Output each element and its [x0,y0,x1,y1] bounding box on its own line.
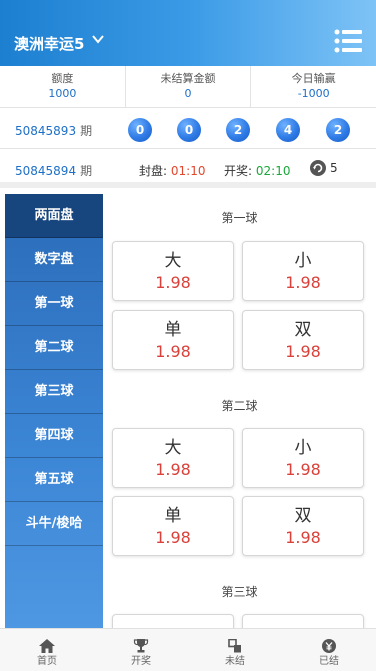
stat-label: 未结算金额 [160,72,216,85]
option-name: 双 [294,320,312,340]
option-name: 双 [294,506,312,526]
stat-unsettled: 未结算金额 0 [126,66,252,107]
result-ball: 2 [326,118,350,142]
tab-unsettled[interactable]: 未结 [188,629,282,671]
option-odds: 1.98 [155,273,191,292]
bet-options-panel: 第一球 大 1.98 小 1.98 单 1.98 双 1.98 第二球 大 1.… [103,194,376,628]
option-name: 单 [164,506,182,526]
option-odds: 1.98 [155,528,191,547]
bottom-tab-bar: 首页 开奖 未结 已结 [0,628,376,671]
tab-label: 已结 [319,656,339,667]
option-name: 小 [294,438,312,458]
tab-draw-results[interactable]: 开奖 [94,629,188,671]
option-name: 小 [294,251,312,271]
bet-option-odd[interactable]: 单 1.98 [112,496,234,556]
lottery-title[interactable]: 澳洲幸运5 [14,33,84,54]
option-odds: 1.98 [285,273,321,292]
next-draw-issue: 50845894 期 [15,162,92,179]
refresh-countdown: 5 [330,161,338,175]
open-label: 开奖: [224,164,253,178]
sidebar-item-number-board[interactable]: 数字盘 [5,238,103,282]
open-time: 02:10 [255,164,291,178]
sidebar-item-bull-showhand[interactable]: 斗牛/梭哈 [5,502,103,546]
last-draw-issue: 50845893 期 [15,122,92,139]
option-name: 大 [164,438,182,458]
bet-option-small[interactable]: 小 1.98 [242,241,364,301]
bet-type-sidebar: 两面盘 数字盘 第一球 第二球 第三球 第四球 第五球 斗牛/梭哈 [5,194,103,628]
result-ball: 0 [128,118,152,142]
option-name: 大 [164,251,182,271]
tab-settled[interactable]: 已结 [282,629,376,671]
unsettled-icon [228,639,241,653]
result-ball: 4 [276,118,300,142]
close-label: 封盘: [139,164,168,178]
section-title: 第二球 [221,399,258,413]
option-odds: 1.98 [285,342,321,361]
sidebar-item-ball-1[interactable]: 第一球 [5,282,103,326]
bet-option-small[interactable]: 小 1.98 [242,428,364,488]
section-title: 第三球 [221,585,258,599]
yuan-coin-icon [322,639,336,653]
trophy-icon [133,639,149,653]
close-countdown: 封盘: 01:10 [139,162,205,179]
issue-suffix: 期 [80,164,93,178]
issue-number: 50845893 [15,124,77,138]
option-odds: 1.98 [155,460,191,479]
sidebar-item-ball-5[interactable]: 第五球 [5,458,103,502]
sidebar-item-ball-4[interactable]: 第四球 [5,414,103,458]
stat-label: 额度 [51,72,74,85]
result-ball: 0 [177,118,201,142]
section-title: 第一球 [221,211,258,225]
close-time: 01:10 [170,164,206,178]
sidebar-item-ball-3[interactable]: 第三球 [5,370,103,414]
bet-option-big[interactable]: 大 1.98 [112,241,234,301]
option-odds: 1.98 [285,528,321,547]
tab-label: 开奖 [131,656,151,667]
stat-value: 0 [184,87,192,100]
bet-option-even[interactable]: 双 1.98 [242,310,364,370]
bet-option-odd[interactable]: 单 1.98 [112,310,234,370]
menu-icon[interactable] [334,28,362,54]
bet-option-even[interactable]: 双 1.98 [242,496,364,556]
stat-today-pnl: 今日输赢 -1000 [251,66,376,107]
open-countdown: 开奖: 02:10 [224,162,290,179]
option-odds: 1.98 [155,342,191,361]
home-icon [39,639,55,653]
top-header: 澳洲幸运5 [0,0,376,66]
account-stats: 额度 1000 未结算金额 0 今日输赢 -1000 [0,66,376,108]
issue-number: 50845894 [15,164,77,178]
result-ball: 2 [226,118,250,142]
bet-option-big[interactable]: 大 1.98 [112,428,234,488]
chevron-down-icon[interactable] [90,31,106,47]
tab-home[interactable]: 首页 [0,629,94,671]
tab-label: 未结 [225,656,245,667]
bet-option-partial[interactable] [112,614,234,628]
next-draw-row: 50845894 期 封盘: 01:10 开奖: 02:10 5 [0,150,376,188]
last-draw-row[interactable]: 50845893 期 0 0 2 4 2 [0,109,376,149]
stat-label: 今日输赢 [291,72,336,85]
issue-suffix: 期 [80,124,93,138]
stat-value: 1000 [48,87,77,100]
tab-label: 首页 [37,656,57,667]
bet-option-partial[interactable] [242,614,364,628]
option-odds: 1.98 [285,460,321,479]
option-name: 单 [164,320,182,340]
refresh-icon[interactable] [310,160,326,176]
sidebar-item-ball-2[interactable]: 第二球 [5,326,103,370]
stat-value: -1000 [297,87,330,100]
stat-credit: 额度 1000 [0,66,126,107]
sidebar-item-two-sides[interactable]: 两面盘 [5,194,103,238]
